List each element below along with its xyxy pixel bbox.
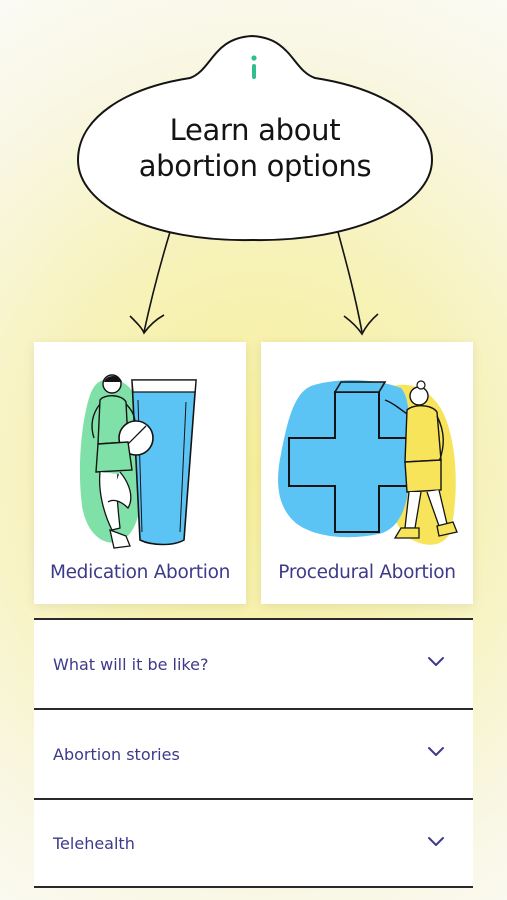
procedural-abortion-card[interactable]: Procedural Abortion	[261, 342, 473, 604]
accordion-list: What will it be like? Abortion stories T…	[34, 618, 473, 888]
medication-abortion-card[interactable]: Medication Abortion	[34, 342, 246, 604]
chevron-down-icon[interactable]	[427, 836, 445, 848]
chevron-down-icon[interactable]	[427, 746, 445, 758]
right-arrow	[337, 231, 379, 336]
accordion-item-what-will-it-be-like[interactable]: What will it be like?	[34, 618, 473, 708]
accordion-item-telehealth[interactable]: Telehealth	[34, 798, 473, 888]
accordion-label: Abortion stories	[53, 744, 180, 764]
bubble-title: Learn about abortion options	[138, 113, 372, 183]
card-label: Procedural Abortion	[278, 562, 456, 583]
accordion-label: Telehealth	[53, 833, 135, 853]
info-icon[interactable]	[251, 55, 257, 79]
chevron-down-icon[interactable]	[427, 656, 445, 668]
accordion-label: What will it be like?	[53, 654, 209, 674]
left-arrow	[129, 231, 171, 335]
accordion-item-abortion-stories[interactable]: Abortion stories	[34, 708, 473, 798]
card-label: Medication Abortion	[49, 562, 231, 583]
